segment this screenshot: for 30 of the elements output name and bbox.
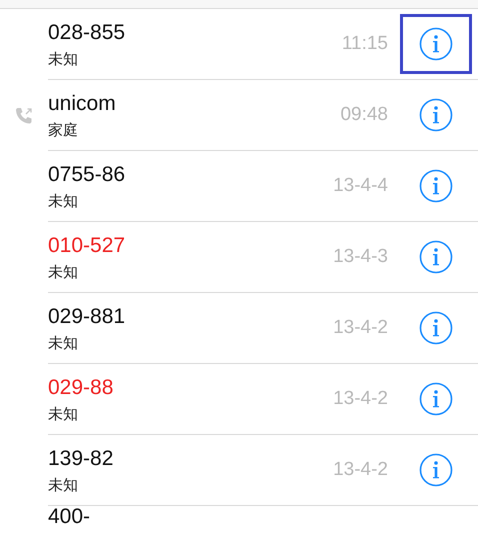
call-time: 13-4-2 — [333, 317, 388, 339]
info-icon — [419, 453, 453, 487]
info-icon — [419, 169, 453, 203]
number-label: 未知 — [48, 262, 79, 282]
number-label: 家庭 — [48, 120, 79, 140]
phone-number: 029-881 — [48, 304, 126, 330]
phone-number: 0755-86 — [48, 162, 126, 188]
call-time: 13-4-2 — [333, 459, 388, 481]
call-time: 13-4-2 — [333, 388, 388, 410]
call-time: 13-4-3 — [333, 246, 388, 268]
call-time: 09:48 — [340, 104, 388, 126]
info-button[interactable] — [400, 14, 472, 74]
number-label: 未知 — [48, 50, 79, 68]
call-time: 11:15 — [342, 33, 388, 55]
info-icon — [419, 98, 453, 132]
number-label: 未知 — [48, 192, 79, 210]
phone-number: 028-855 — [48, 20, 126, 46]
phone-number: unicom — [48, 90, 117, 116]
info-icon — [419, 27, 453, 61]
phone-number: 400- — [48, 506, 90, 528]
info-icon — [419, 240, 453, 274]
info-icon — [419, 311, 453, 345]
phone-number: 139-82 — [48, 446, 114, 472]
info-icon — [419, 382, 453, 416]
phone-number: 010-527 — [48, 232, 126, 258]
call-time: 13-4-4 — [333, 175, 388, 197]
number-label: 未知 — [48, 476, 79, 494]
number-label: 未知 — [48, 404, 79, 424]
phone-number: 029-88 — [48, 374, 114, 400]
number-label: 未知 — [48, 334, 79, 352]
